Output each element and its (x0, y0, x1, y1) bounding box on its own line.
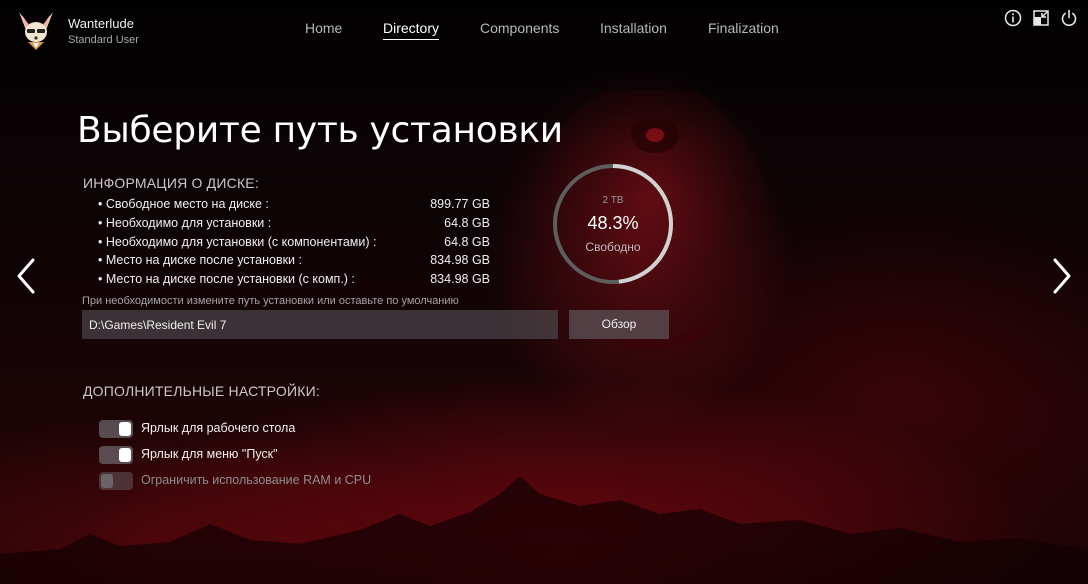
disk-info-label: • Свободное место на диске : (98, 197, 269, 211)
toggle-knob (119, 422, 131, 436)
disk-total-size: 2 TB (602, 195, 624, 206)
path-hint: При необходимости измените путь установк… (82, 295, 459, 307)
install-path-input[interactable] (82, 310, 558, 339)
disk-info-row: • Свободное место на диске : 899.77 GB (98, 197, 490, 215)
minimize-to-tray-icon[interactable] (1031, 8, 1051, 28)
start-menu-shortcut-toggle[interactable] (99, 446, 133, 464)
tab-directory[interactable]: Directory (383, 20, 440, 40)
tab-installation[interactable]: Installation (600, 20, 667, 36)
tab-home[interactable]: Home (305, 20, 342, 36)
disk-info-row: • Место на диске после установки (с комп… (98, 272, 490, 290)
limit-resources-toggle[interactable] (99, 472, 133, 490)
previous-page-arrow-icon[interactable] (14, 257, 38, 295)
disk-info-value: 834.98 GB (430, 272, 490, 286)
disk-info-row: • Необходимо для установки : 64.8 GB (98, 216, 490, 234)
installer-window: Wanterlude Standard User Home Directory … (0, 0, 1088, 584)
disk-info-value: 64.8 GB (444, 235, 490, 249)
toggle-knob (101, 474, 113, 488)
free-space-caption: Свободно (585, 240, 641, 254)
page-title: Выберите путь установки (77, 110, 563, 151)
toggle-knob (119, 448, 131, 462)
disk-info-label: • Место на диске после установки : (98, 253, 302, 267)
disk-info-label: • Необходимо для установки : (98, 216, 272, 230)
start-menu-shortcut-label: Ярлык для меню "Пуск" (141, 447, 278, 461)
desktop-shortcut-toggle[interactable] (99, 420, 133, 438)
disk-info-row: • Необходимо для установки (с компонента… (98, 235, 490, 253)
disk-info-value: 899.77 GB (430, 197, 490, 211)
tab-finalization[interactable]: Finalization (708, 20, 779, 36)
limit-resources-label: Ограничить использование RAM и CPU (141, 473, 372, 487)
top-navigation: Home Directory Components Installation F… (0, 20, 1088, 40)
disk-info-label: • Необходимо для установки (с компонента… (98, 235, 377, 249)
info-icon[interactable] (1003, 8, 1023, 28)
disk-info-row: • Место на диске после установки : 834.9… (98, 253, 490, 271)
desktop-shortcut-label: Ярлык для рабочего стола (141, 421, 296, 435)
disk-info-value: 834.98 GB (430, 253, 490, 267)
free-space-percent: 48.3% (587, 213, 639, 233)
extra-settings-heading: ДОПОЛНИТЕЛЬНЫЕ НАСТРОЙКИ: (83, 383, 320, 399)
power-icon[interactable] (1059, 8, 1079, 28)
tab-components[interactable]: Components (480, 20, 559, 36)
disk-info-heading: ИНФОРМАЦИЯ О ДИСКЕ: (83, 175, 259, 191)
browse-button[interactable]: Обзор (569, 310, 669, 339)
next-page-arrow-icon[interactable] (1050, 257, 1074, 295)
disk-info-value: 64.8 GB (444, 216, 490, 230)
disk-info-label: • Место на диске после установки (с комп… (98, 272, 355, 286)
